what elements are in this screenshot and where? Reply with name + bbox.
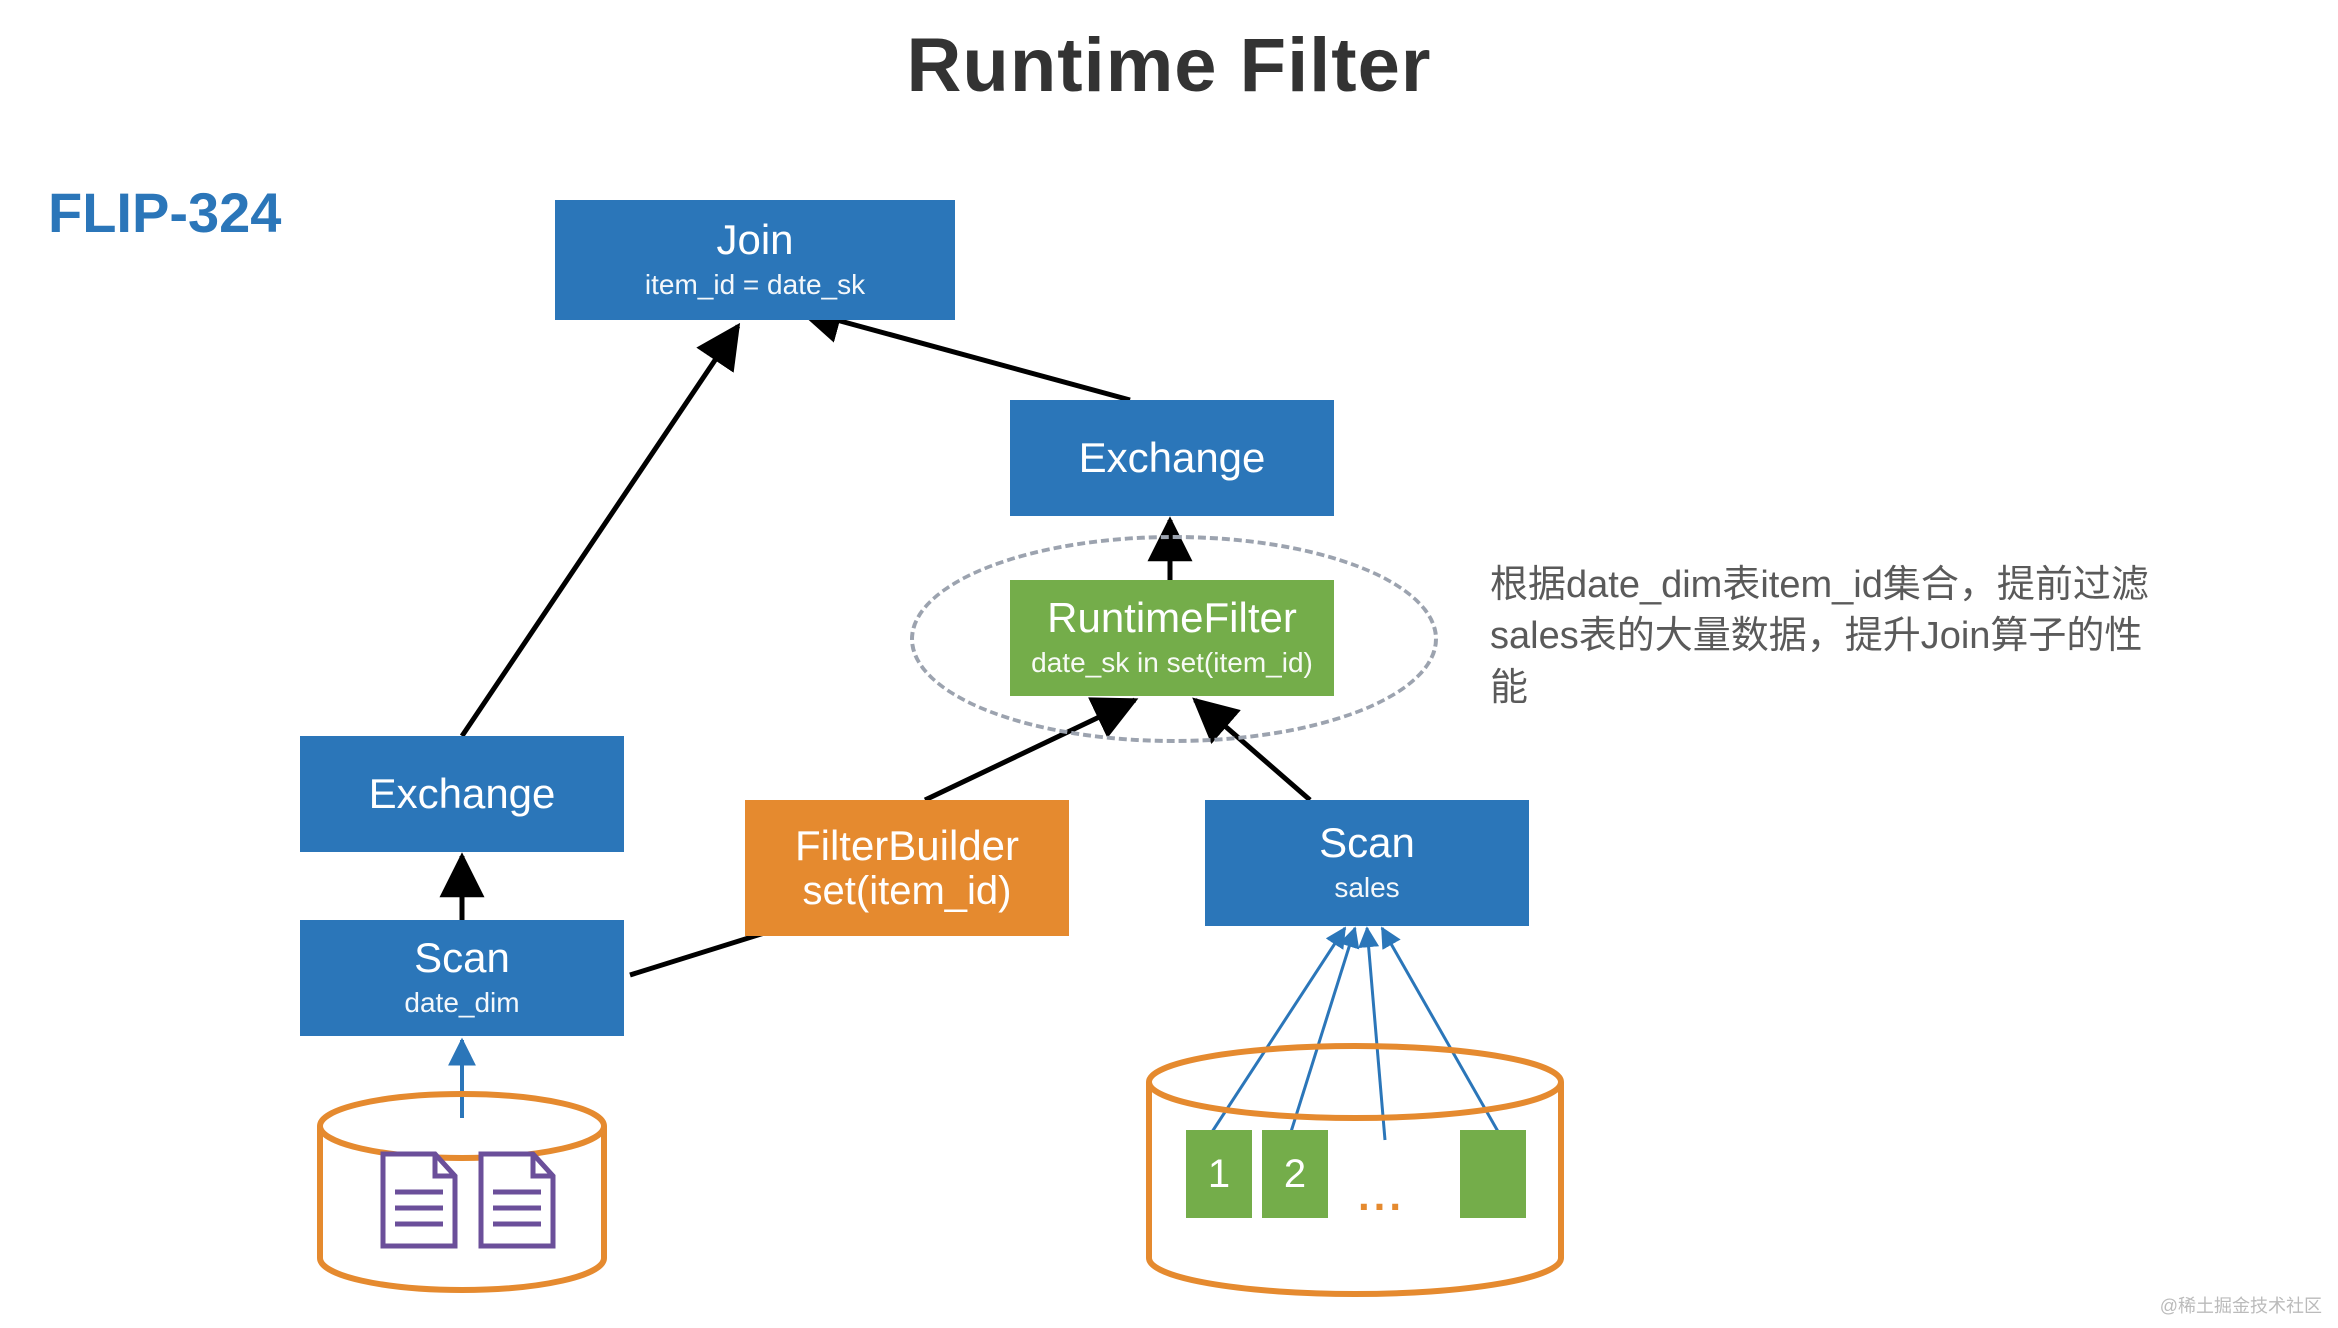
node-runtime-filter-title: RuntimeFilter xyxy=(1047,595,1297,641)
node-scan-sales-subtitle: sales xyxy=(1334,870,1399,906)
node-runtime-filter-subtitle: date_sk in set(item_id) xyxy=(1031,645,1313,681)
node-scan-date-dim-title: Scan xyxy=(414,935,510,981)
node-join-title: Join xyxy=(716,217,793,263)
node-exchange-right-title: Exchange xyxy=(1079,435,1266,481)
node-exchange-right: Exchange xyxy=(1010,400,1334,516)
node-scan-date-dim-subtitle: date_dim xyxy=(404,985,519,1021)
node-filter-builder: FilterBuilder set(item_id) xyxy=(745,800,1069,936)
node-filter-builder-title: FilterBuilder xyxy=(795,823,1019,869)
flip-label: FLIP-324 xyxy=(48,180,281,245)
node-scan-sales: Scan sales xyxy=(1205,800,1529,926)
node-runtime-filter: RuntimeFilter date_sk in set(item_id) xyxy=(1010,580,1334,696)
node-exchange-left: Exchange xyxy=(300,736,624,852)
partition-n xyxy=(1460,1130,1526,1218)
diagram-canvas: Runtime Filter FLIP-324 xyxy=(0,0,2338,1328)
annotation-text: 根据date_dim表item_id集合，提前过滤sales表的大量数据，提升J… xyxy=(1490,560,2150,714)
page-title: Runtime Filter xyxy=(0,22,2338,109)
node-join: Join item_id = date_sk xyxy=(555,200,955,320)
partition-ellipsis: ... xyxy=(1358,1172,1405,1220)
node-scan-sales-title: Scan xyxy=(1319,820,1415,866)
documents-icon xyxy=(375,1148,565,1258)
partition-2: 2 xyxy=(1262,1130,1328,1218)
watermark: @稀土掘金技术社区 xyxy=(2160,1292,2322,1318)
node-scan-date-dim: Scan date_dim xyxy=(300,920,624,1036)
node-join-subtitle: item_id = date_sk xyxy=(645,267,865,303)
node-exchange-left-title: Exchange xyxy=(369,771,556,817)
node-filter-builder-subtitle: set(item_id) xyxy=(803,869,1012,913)
partition-1: 1 xyxy=(1186,1130,1252,1218)
